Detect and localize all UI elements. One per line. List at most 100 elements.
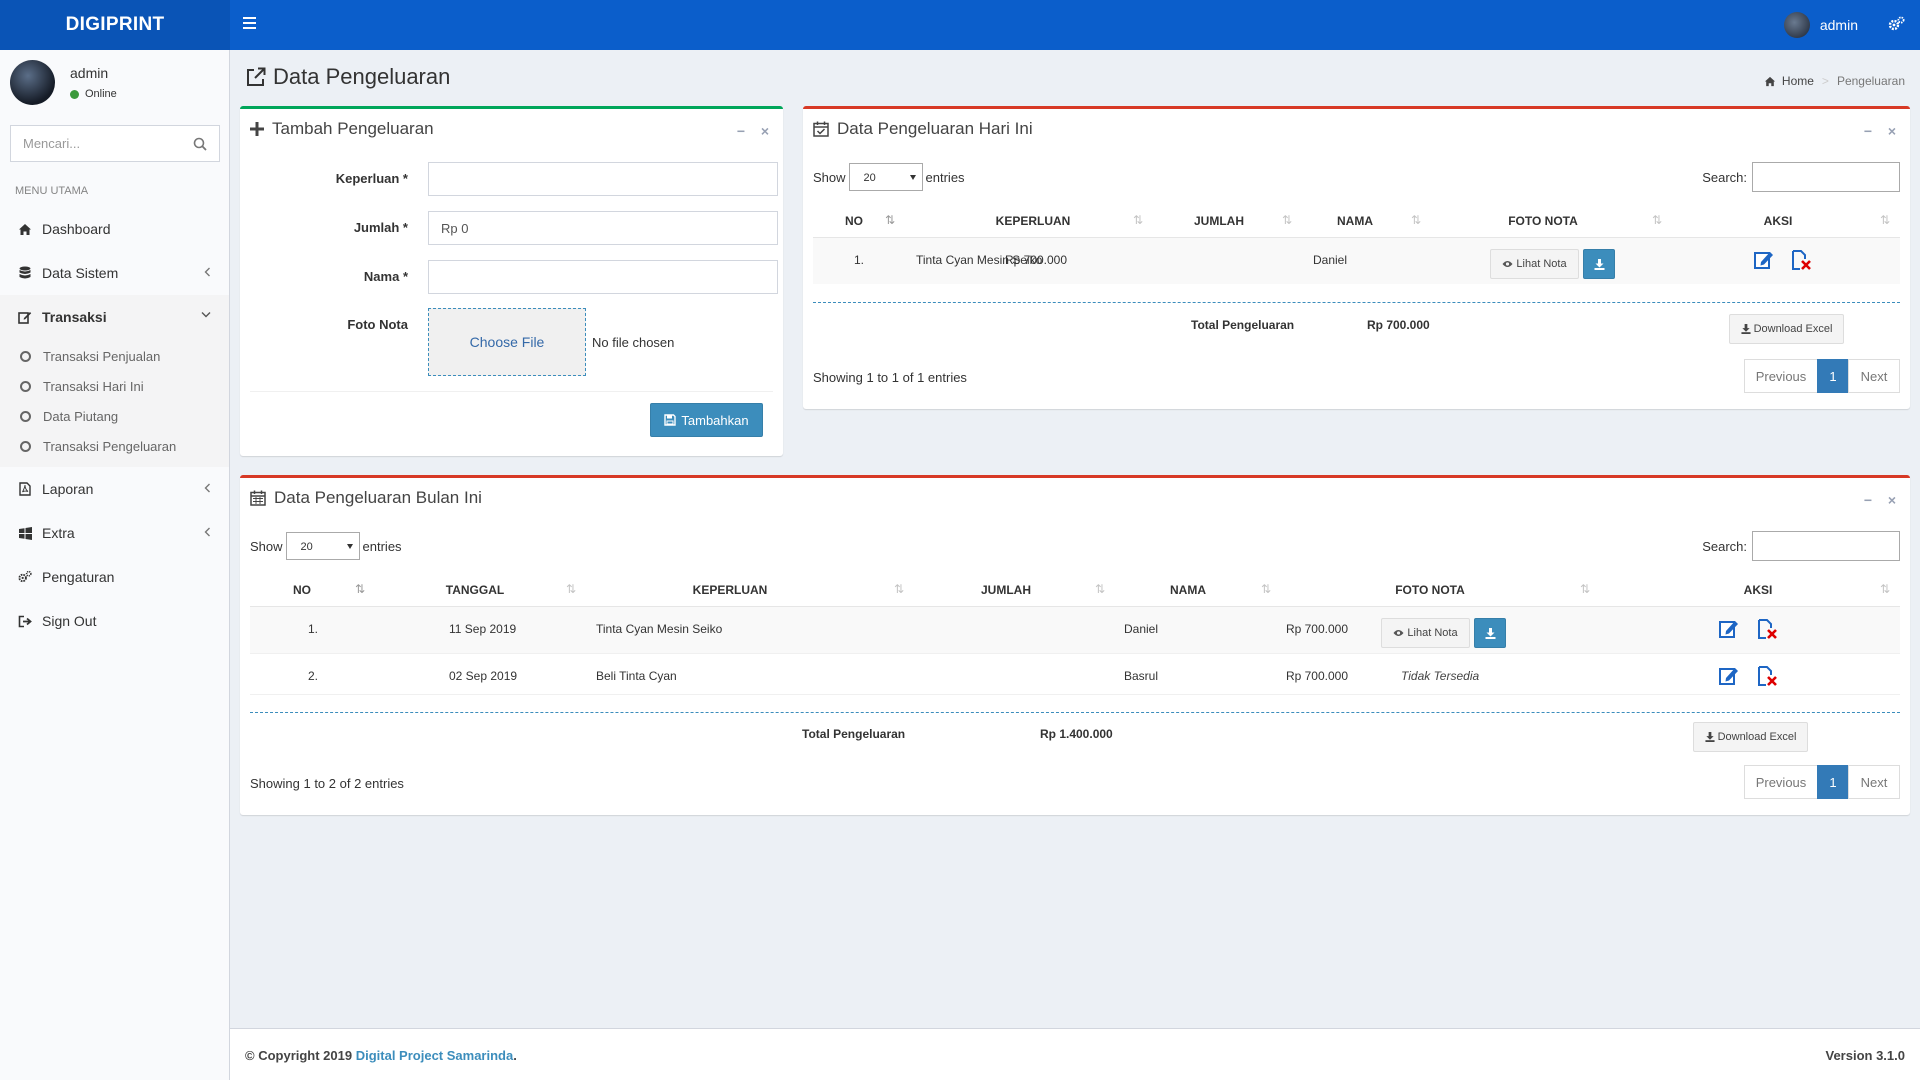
table-search-input[interactable] (1752, 162, 1900, 192)
minimize-icon[interactable]: − (735, 124, 747, 138)
minimize-icon[interactable]: − (1862, 493, 1874, 507)
edit-record-icon[interactable] (1753, 249, 1775, 271)
column-header-nama[interactable]: NAMA (1158, 583, 1218, 597)
breadcrumb-home[interactable]: Home (1782, 74, 1814, 88)
add-expense-box: Tambah Pengeluaran − × Keperluan * Jumla… (240, 106, 783, 456)
keperluan-input[interactable] (428, 162, 778, 196)
sort-icon[interactable]: ⇅ (894, 582, 904, 596)
cell-nama: Daniel (1313, 253, 1348, 267)
cell-nama: Basrul (1124, 669, 1159, 683)
windows-icon (18, 526, 32, 540)
sort-icon[interactable]: ⇅ (1880, 582, 1890, 596)
jumlah-input[interactable] (428, 211, 778, 245)
entries-label: entries (362, 538, 402, 554)
sidebar-item-data-sistem[interactable]: Data Sistem (0, 251, 229, 295)
pagination-next[interactable]: Next (1848, 359, 1900, 393)
column-header-jumlah[interactable]: JUMLAH (1183, 214, 1255, 228)
edit-record-icon[interactable] (1718, 665, 1740, 687)
sort-icon[interactable]: ⇅ (1411, 213, 1421, 227)
sort-icon[interactable]: ⇅ (1880, 213, 1890, 227)
sort-icon[interactable]: ⇅ (1133, 213, 1143, 227)
close-icon[interactable]: × (1886, 493, 1898, 507)
sidebar-item-extra[interactable]: Extra (0, 511, 229, 555)
column-header-tanggal[interactable]: TANGGAL (430, 583, 520, 597)
column-header-keperluan[interactable]: KEPERLUAN (973, 214, 1093, 228)
delete-record-icon[interactable] (1790, 249, 1812, 271)
sidebar-subitem-transaksi-hari-ini[interactable]: Transaksi Hari Ini (0, 371, 229, 401)
table-search-input[interactable] (1752, 531, 1900, 561)
box-tools: − × (1850, 493, 1898, 507)
minimize-icon[interactable]: − (1862, 124, 1874, 138)
tambahkan-button[interactable]: Tambahkan (650, 403, 763, 437)
column-header-jumlah[interactable]: JUMLAH (970, 583, 1042, 597)
total-label: Total Pengeluaran (802, 727, 906, 741)
column-header-aksi[interactable]: AKSI (1748, 214, 1808, 228)
avatar (10, 60, 55, 105)
box-title-text: Tambah Pengeluaran (272, 119, 434, 138)
choose-file-button[interactable]: Choose File (428, 308, 586, 376)
pagination-page[interactable]: 1 (1817, 359, 1849, 393)
sidebar-item-transaksi[interactable]: Transaksi (0, 295, 229, 339)
column-header-no[interactable]: NO (288, 583, 316, 597)
download-nota-button[interactable] (1474, 618, 1506, 648)
close-icon[interactable]: × (759, 124, 771, 138)
plus-icon (250, 122, 272, 136)
column-header-foto-nota[interactable]: FOTO NOTA (1370, 583, 1490, 597)
sidebar-subitem-label: Transaksi Penjualan (43, 348, 161, 364)
caret-down-icon (346, 544, 353, 549)
delete-record-icon[interactable] (1756, 665, 1778, 687)
company-link[interactable]: Digital Project Samarinda (356, 1048, 514, 1063)
pagination-previous[interactable]: Previous (1744, 359, 1818, 393)
download-excel-button[interactable]: Download Excel (1729, 314, 1844, 344)
pagination-previous[interactable]: Previous (1744, 765, 1818, 799)
lihat-nota-button[interactable]: Lihat Nota (1381, 618, 1470, 648)
gears-icon[interactable] (1888, 16, 1906, 32)
delete-record-icon[interactable] (1756, 618, 1778, 640)
column-header-keperluan[interactable]: KEPERLUAN (680, 583, 780, 597)
brand-logo[interactable]: DIGIPRINT (0, 0, 230, 50)
sidebar-subitem-data-piutang[interactable]: Data Piutang (0, 401, 229, 431)
column-header-foto-nota[interactable]: FOTO NOTA (1483, 214, 1603, 228)
sort-icon[interactable]: ⇅ (1095, 582, 1105, 596)
sort-icon[interactable]: ⇅ (1261, 582, 1271, 596)
foto-nota-label: Foto Nota (347, 317, 408, 332)
table-info: Showing 1 to 2 of 2 entries (250, 776, 404, 791)
download-icon (1485, 627, 1496, 639)
sidebar-subitem-transaksi-penjualan[interactable]: Transaksi Penjualan (0, 341, 229, 371)
sidebar-subitem-transaksi-pengeluaran[interactable]: Transaksi Pengeluaran (0, 431, 229, 461)
sort-asc-icon[interactable]: ⇅ (355, 582, 365, 596)
cell-nama: Daniel (1124, 622, 1159, 636)
sidebar-item-pengaturan[interactable]: Pengaturan (0, 555, 229, 599)
nama-input[interactable] (428, 260, 778, 294)
download-excel-button[interactable]: Download Excel (1693, 722, 1808, 752)
chevron-down-icon (201, 311, 211, 318)
search-input[interactable] (11, 126, 181, 161)
entries-select[interactable]: 20 (848, 163, 923, 191)
sidebar-item-laporan[interactable]: Laporan (0, 467, 229, 511)
form-row-keperluan: Keperluan * (240, 162, 780, 196)
sort-icon[interactable]: ⇅ (1652, 213, 1662, 227)
column-header-no[interactable]: NO (840, 214, 868, 228)
column-header-nama[interactable]: NAMA (1325, 214, 1385, 228)
table-footer-divider (250, 712, 1900, 713)
close-icon[interactable]: × (1886, 124, 1898, 138)
sort-icon[interactable]: ⇅ (566, 582, 576, 596)
search-icon[interactable] (193, 137, 207, 151)
lihat-nota-button[interactable]: Lihat Nota (1490, 249, 1579, 279)
column-header-aksi[interactable]: AKSI (1728, 583, 1788, 597)
sort-icon[interactable]: ⇅ (1580, 582, 1590, 596)
edit-record-icon[interactable] (1718, 618, 1740, 640)
user-menu[interactable]: admin (1783, 12, 1858, 38)
box-title: Data Pengeluaran Hari Ini (813, 119, 1033, 139)
download-nota-button[interactable] (1583, 249, 1615, 279)
box-tools: − × (723, 124, 771, 138)
sort-asc-icon[interactable]: ⇅ (885, 213, 895, 227)
pagination-page[interactable]: 1 (1817, 765, 1849, 799)
pagination-next[interactable]: Next (1848, 765, 1900, 799)
sort-icon[interactable]: ⇅ (1282, 213, 1292, 227)
footer: © Copyright 2019 Digital Project Samarin… (230, 1028, 1920, 1080)
sidebar-toggle-icon[interactable] (243, 17, 259, 33)
sidebar-item-sign-out[interactable]: Sign Out (0, 599, 229, 643)
sidebar-item-dashboard[interactable]: Dashboard (0, 207, 229, 251)
entries-select[interactable]: 20 (285, 532, 360, 560)
